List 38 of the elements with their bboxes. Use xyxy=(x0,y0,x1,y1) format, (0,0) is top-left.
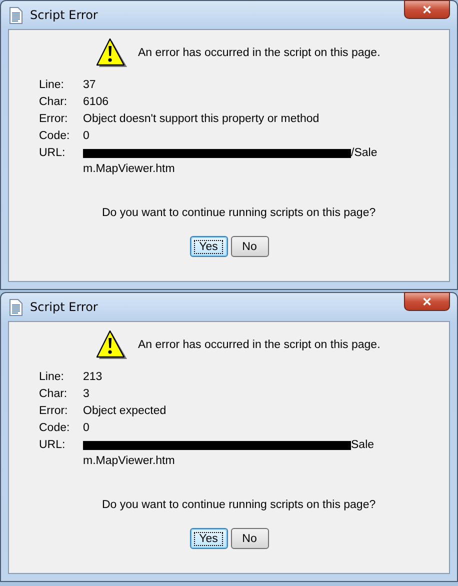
dialog-button[interactable]: Yes xyxy=(190,528,228,549)
close-button[interactable]: ✕ xyxy=(404,292,450,311)
field-value: 0 xyxy=(83,130,90,143)
field-value: 3 xyxy=(83,388,90,401)
url-text: /Sale xyxy=(351,147,378,160)
document-icon xyxy=(9,298,23,316)
field-label: Code: xyxy=(39,422,71,435)
field-value: Object doesn't support this property or method xyxy=(83,113,320,126)
document-icon xyxy=(9,6,23,24)
field-value: 37 xyxy=(83,79,97,92)
url-text: m.MapViewer.htm xyxy=(83,455,176,468)
close-button[interactable]: ✕ xyxy=(404,0,450,19)
field-value: 0 xyxy=(83,422,90,435)
field-label: URL: xyxy=(39,147,66,160)
question-text: Do you want to continue running scripts on this page? xyxy=(102,207,377,219)
field-label: Char: xyxy=(39,96,68,109)
question-text: Do you want to continue running scripts on this page? xyxy=(102,499,377,511)
dialog-button[interactable]: No xyxy=(230,528,268,549)
error-message: An error has occurred in the script on this page. xyxy=(138,47,380,59)
field-label: Error: xyxy=(39,405,69,418)
error-message: An error has occurred in the script on this page. xyxy=(138,339,380,351)
dialog-button[interactable]: Yes xyxy=(190,236,228,257)
field-label: Error: xyxy=(39,113,69,126)
field-label: Code: xyxy=(39,130,71,143)
window-title: Script Error xyxy=(30,8,98,22)
field-value: Object expected xyxy=(83,405,168,418)
url-text: m.MapViewer.htm xyxy=(83,163,176,176)
field-label: Line: xyxy=(39,371,65,384)
field-label: Line: xyxy=(39,79,65,92)
warning-icon xyxy=(96,38,128,68)
field-label: Char: xyxy=(39,388,68,401)
dialog-button[interactable]: No xyxy=(230,236,268,257)
field-label: URL: xyxy=(39,439,66,452)
field-value: 213 xyxy=(83,371,104,384)
window-title: Script Error xyxy=(30,300,98,314)
warning-icon xyxy=(96,330,128,360)
url-text: Sale xyxy=(351,439,374,452)
field-value: 6106 xyxy=(83,96,110,109)
